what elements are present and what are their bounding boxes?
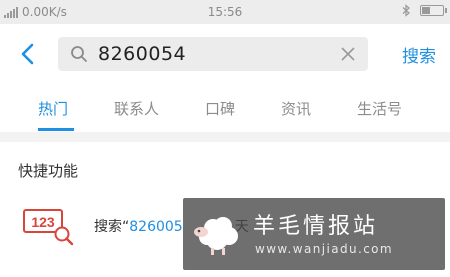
active-tab-indicator [38, 128, 74, 131]
tab-koubei[interactable]: 口碑 [205, 98, 235, 119]
search-header: 8260054 搜索 [0, 24, 450, 84]
watermark-url: www.wanjiadu.com [255, 242, 394, 256]
watermark-overlay: 羊毛情报站 www.wanjiadu.com [183, 198, 445, 270]
sheep-logo-icon [194, 217, 238, 255]
section-title: 快捷功能 [18, 162, 79, 180]
number-search-icon: 123 [23, 209, 74, 246]
status-bar: 0.00K/s 15:56 [0, 0, 450, 24]
back-arrow-icon[interactable] [14, 40, 42, 68]
battery-icon [420, 5, 447, 16]
tab-contacts[interactable]: 联系人 [114, 98, 159, 119]
quick-search-prefix: 搜索“ [94, 219, 130, 235]
bluetooth-icon [402, 4, 410, 17]
watermark-title: 羊毛情报站 [253, 214, 379, 239]
clear-icon[interactable] [340, 46, 356, 62]
quick-search-number: 826005 [129, 219, 183, 235]
tab-life-account[interactable]: 生活号 [357, 98, 402, 119]
search-button[interactable]: 搜索 [402, 42, 436, 67]
section-divider [0, 132, 450, 142]
status-time: 15:56 [207, 5, 243, 19]
tab-bar: 热门 联系人 口碑 资讯 生活号 [0, 84, 450, 132]
search-input[interactable]: 8260054 [58, 37, 368, 71]
tab-hot[interactable]: 热门 [38, 98, 68, 119]
search-query-text: 8260054 [98, 43, 187, 65]
number-icon-label: 123 [31, 214, 55, 230]
status-right [402, 4, 447, 17]
tab-news[interactable]: 资讯 [281, 98, 311, 119]
search-icon [71, 46, 87, 62]
battery-level [422, 7, 430, 14]
